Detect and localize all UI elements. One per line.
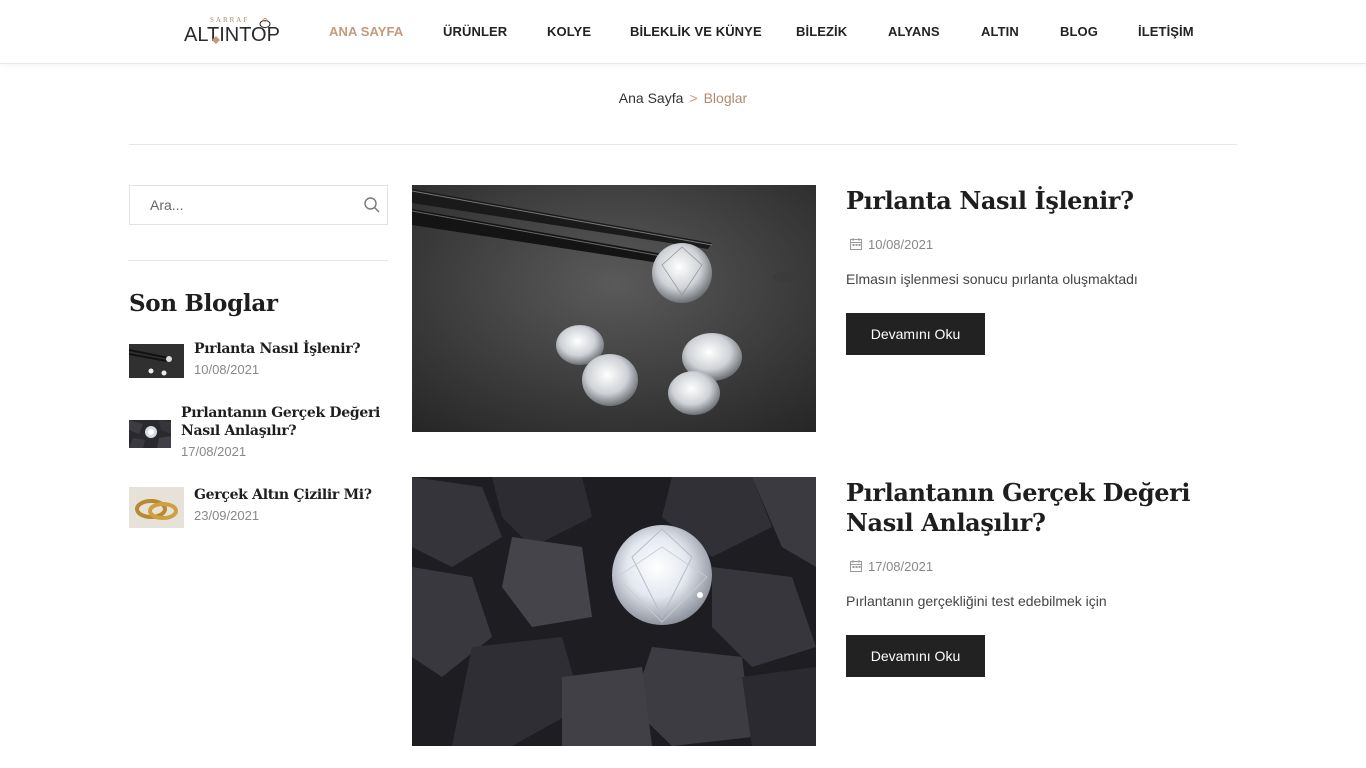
nav-item-bangle[interactable]: BİLEZİK [796,24,847,39]
read-more-button[interactable]: Devamını Oku [846,313,985,355]
nav-item-home[interactable]: ANA SAYFA [329,24,403,39]
post-title[interactable]: Pırlantanın Gerçek Değeri Nasıl Anlaşılı… [846,478,1226,538]
recent-blog-item[interactable]: Pırlantanın Gerçek Değeri Nasıl Anlaşılı… [129,404,388,464]
site-logo[interactable]: SARRAF ALTINTOP [184,14,288,48]
calendar-icon [850,238,862,250]
post-date-text: 17/08/2021 [868,559,934,574]
nav-item-blog[interactable]: BLOG [1060,24,1098,39]
post-excerpt: Elmasın işlenmesi sonucu pırlanta oluşma… [846,271,1138,287]
sidebar-divider [129,260,388,261]
recent-blog-title[interactable]: Pırlantanın Gerçek Değeri Nasıl Anlaşılı… [181,404,391,440]
post-image-diamond-tweezers[interactable] [412,185,816,432]
search-box [129,185,388,225]
recent-blogs-title: Son Bloglar [129,290,278,317]
calendar-icon [850,560,862,572]
recent-blog-date: 17/08/2021 [181,444,247,459]
recent-blog-item[interactable]: Pırlanta Nasıl İşlenir? 10/08/2021 [129,340,388,380]
post-date: 17/08/2021 [850,559,933,574]
search-input[interactable] [130,186,355,224]
nav-item-gold[interactable]: ALTIN [981,24,1019,39]
recent-thumb-diamond-tweezers [129,344,184,378]
nav-item-wedding-ring[interactable]: ALYANS [888,24,940,39]
breadcrumb-separator: > [689,90,698,106]
recent-blog-title[interactable]: Gerçek Altın Çizilir Mi? [194,486,372,504]
recent-blog-date: 10/08/2021 [194,362,260,377]
post-image-diamond-coal[interactable] [412,477,816,746]
logo-subtitle: SARRAF [210,16,250,24]
nav-item-bracelet[interactable]: BİLEKLİK VE KÜNYE [630,24,762,39]
nav-item-contact[interactable]: İLETİŞİM [1138,24,1194,39]
divider [129,144,1237,145]
breadcrumb-current: Bloglar [703,90,748,106]
search-icon[interactable] [363,196,381,214]
breadcrumb-home[interactable]: Ana Sayfa [619,90,684,106]
breadcrumb: Ana Sayfa > Bloglar [0,90,1366,106]
recent-blog-title[interactable]: Pırlanta Nasıl İşlenir? [194,340,361,358]
post-date-text: 10/08/2021 [868,237,934,252]
logo-diamond-icon [212,36,220,44]
recent-blog-date: 23/09/2021 [194,508,260,523]
site-header: SARRAF ALTINTOP ANA SAYFA ÜRÜNLER KOLYE … [0,0,1366,64]
post-date: 10/08/2021 [850,237,933,252]
logo-wordmark: ALTINTOP [184,24,280,46]
recent-thumb-gold-rings [129,487,184,528]
post-excerpt: Pırlantanın gerçekliğini test edebilmek … [846,593,1107,609]
recent-thumb-diamond-coal [129,420,171,448]
nav-item-products[interactable]: ÜRÜNLER [443,24,507,39]
nav-item-necklace[interactable]: KOLYE [547,24,591,39]
post-title[interactable]: Pırlanta Nasıl İşlenir? [846,186,1226,216]
recent-blog-item[interactable]: Gerçek Altın Çizilir Mi? 23/09/2021 [129,486,388,530]
read-more-button[interactable]: Devamını Oku [846,635,985,677]
